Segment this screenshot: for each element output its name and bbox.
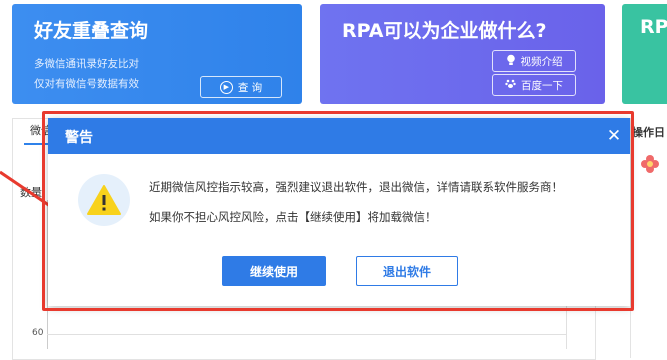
- friend-overlap-title: 好友重叠查询: [34, 20, 149, 42]
- paw-icon: [505, 78, 516, 92]
- friend-overlap-desc-2: 仅对有微信号数据有效: [34, 78, 139, 90]
- video-intro-label: 视频介绍: [520, 55, 563, 68]
- lightbulb-icon: [506, 54, 516, 69]
- third-banner-title: RP: [640, 16, 667, 38]
- query-button[interactable]: ▶ 查 询: [200, 76, 282, 98]
- query-button-label: 查 询: [237, 81, 263, 94]
- highlight-frame: [42, 111, 634, 311]
- video-intro-button[interactable]: 视频介绍: [492, 50, 576, 72]
- y-tick-label: 60: [32, 328, 44, 338]
- flower-icon: [640, 154, 660, 174]
- friend-overlap-desc-1: 多微信通讯录好友比对: [34, 58, 139, 70]
- third-banner: RP: [622, 4, 667, 104]
- baidu-label: 百度一下: [521, 79, 563, 92]
- friend-overlap-banner: 好友重叠查询 多微信通讯录好友比对 仅对有微信号数据有效 ▶ 查 询: [12, 4, 302, 104]
- gridline: [47, 334, 567, 335]
- rpa-banner: RPA可以为企业做什么? 视频介绍 百度一下: [320, 4, 605, 104]
- rpa-title: RPA可以为企业做什么?: [342, 20, 547, 42]
- baidu-button[interactable]: 百度一下: [492, 74, 576, 96]
- operation-log-title: 操作日: [632, 126, 665, 139]
- play-icon: ▶: [219, 80, 233, 94]
